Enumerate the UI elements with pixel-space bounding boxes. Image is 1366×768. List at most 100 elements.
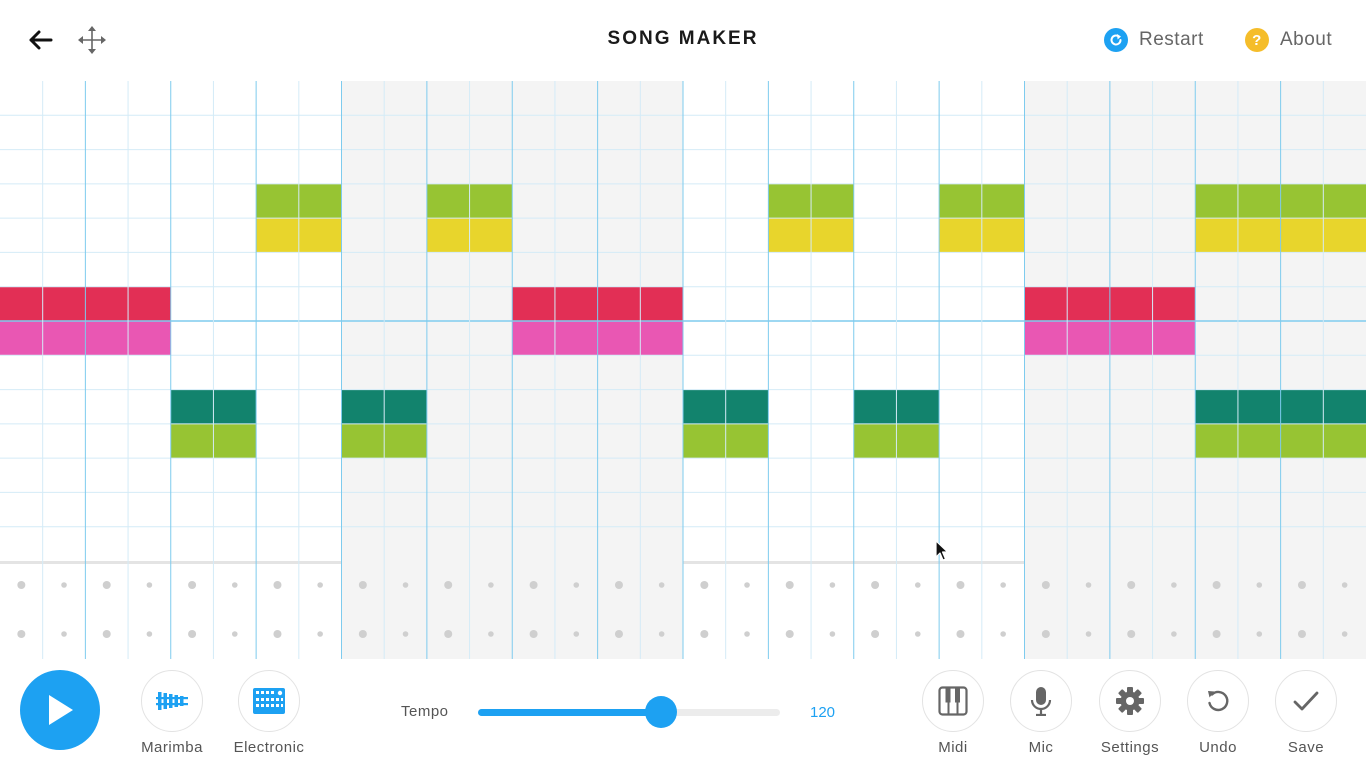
percussion-grid-canvas[interactable] <box>0 561 1366 659</box>
percussion-dot[interactable] <box>488 631 494 637</box>
note-cell[interactable] <box>426 218 470 253</box>
note-cell[interactable] <box>384 423 427 459</box>
percussion-dot[interactable] <box>273 581 282 589</box>
note-cell[interactable] <box>1237 218 1281 253</box>
percussion-dot[interactable] <box>1000 631 1006 637</box>
percussion-dot[interactable] <box>529 581 538 589</box>
note-cell[interactable] <box>213 389 257 424</box>
note-cell[interactable] <box>298 218 342 253</box>
percussion-dot[interactable] <box>871 630 880 638</box>
note-cell[interactable] <box>939 183 982 219</box>
note-cell[interactable] <box>1280 423 1324 459</box>
percussion-dot[interactable] <box>1256 582 1263 588</box>
percussion-dot[interactable] <box>402 582 409 588</box>
melody-grid[interactable] <box>0 81 1366 561</box>
note-cell[interactable] <box>1152 321 1196 356</box>
note-cell[interactable] <box>128 286 171 321</box>
note-cell[interactable] <box>768 218 812 253</box>
note-cell[interactable] <box>1237 389 1281 424</box>
tempo-slider-thumb[interactable] <box>644 696 677 728</box>
note-cell[interactable] <box>469 218 513 253</box>
percussion-instrument-button[interactable]: Electronic <box>224 670 314 756</box>
percussion-dot[interactable] <box>1127 581 1136 589</box>
percussion-dot[interactable] <box>1341 582 1348 588</box>
percussion-dot[interactable] <box>273 630 282 638</box>
percussion-dot[interactable] <box>61 582 67 588</box>
percussion-dot[interactable] <box>614 581 623 589</box>
percussion-dot[interactable] <box>1041 581 1050 589</box>
note-cell[interactable] <box>341 423 385 459</box>
note-cell[interactable] <box>170 389 214 424</box>
percussion-dot[interactable] <box>744 631 750 637</box>
note-cell[interactable] <box>981 183 1025 219</box>
percussion-dot[interactable] <box>1085 631 1092 637</box>
percussion-dot[interactable] <box>658 631 665 637</box>
percussion-dot[interactable] <box>231 631 238 637</box>
note-cell[interactable] <box>896 389 940 424</box>
note-cell[interactable] <box>256 218 299 253</box>
note-cell[interactable] <box>554 321 598 356</box>
percussion-dot[interactable] <box>829 582 836 588</box>
percussion-dot[interactable] <box>1297 581 1306 589</box>
percussion-dot[interactable] <box>1212 581 1221 589</box>
percussion-dot[interactable] <box>402 631 409 637</box>
note-cell[interactable] <box>811 218 854 253</box>
percussion-dot[interactable] <box>1256 631 1263 637</box>
note-cell[interactable] <box>341 389 385 424</box>
note-cell[interactable] <box>1280 183 1324 219</box>
percussion-dot[interactable] <box>444 630 453 638</box>
note-cell[interactable] <box>683 423 726 459</box>
percussion-dot[interactable] <box>529 630 538 638</box>
percussion-dot[interactable] <box>146 631 153 637</box>
percussion-dot[interactable] <box>358 581 367 589</box>
note-cell[interactable] <box>512 286 555 321</box>
note-cell[interactable] <box>1237 183 1281 219</box>
percussion-dot[interactable] <box>785 630 794 638</box>
note-cell[interactable] <box>1195 389 1238 424</box>
note-cell[interactable] <box>768 183 812 219</box>
instrument-button[interactable]: Marimba <box>127 670 217 756</box>
tempo-slider[interactable] <box>478 696 780 728</box>
note-cell[interactable] <box>42 286 86 321</box>
percussion-dot[interactable] <box>614 630 623 638</box>
settings-button[interactable]: Settings <box>1085 670 1175 756</box>
midi-button[interactable]: Midi <box>908 670 998 756</box>
note-cell[interactable] <box>597 321 641 356</box>
note-cell[interactable] <box>1280 389 1324 424</box>
note-cell[interactable] <box>213 423 257 459</box>
note-cell[interactable] <box>1323 218 1366 253</box>
percussion-dot[interactable] <box>700 581 709 589</box>
note-cell[interactable] <box>1109 321 1153 356</box>
save-button[interactable]: Save <box>1261 670 1351 756</box>
percussion-dot[interactable] <box>914 582 921 588</box>
percussion-dot[interactable] <box>17 630 26 638</box>
percussion-dot[interactable] <box>700 630 709 638</box>
percussion-dot[interactable] <box>1297 630 1306 638</box>
percussion-dot[interactable] <box>871 581 880 589</box>
note-cell[interactable] <box>1024 321 1068 356</box>
percussion-dot[interactable] <box>658 582 665 588</box>
note-cell[interactable] <box>725 423 769 459</box>
note-cell[interactable] <box>597 286 641 321</box>
note-cell[interactable] <box>981 218 1025 253</box>
percussion-dot[interactable] <box>1341 631 1348 637</box>
percussion-dot[interactable] <box>1041 630 1050 638</box>
percussion-dot[interactable] <box>573 631 580 637</box>
note-cell[interactable] <box>939 218 982 253</box>
percussion-dot[interactable] <box>231 582 238 588</box>
percussion-dot[interactable] <box>444 581 453 589</box>
note-cell[interactable] <box>683 389 726 424</box>
percussion-dot[interactable] <box>1000 582 1006 588</box>
play-button[interactable] <box>20 670 100 750</box>
restart-button[interactable]: Restart <box>1104 27 1204 53</box>
note-cell[interactable] <box>1280 218 1324 253</box>
note-cell[interactable] <box>1152 286 1196 321</box>
mic-button[interactable]: Mic <box>996 670 1086 756</box>
percussion-dot[interactable] <box>61 631 67 637</box>
percussion-dot[interactable] <box>317 582 323 588</box>
note-cell[interactable] <box>1195 218 1238 253</box>
percussion-dot[interactable] <box>488 582 494 588</box>
percussion-dot[interactable] <box>744 582 750 588</box>
percussion-dot[interactable] <box>102 630 111 638</box>
percussion-dot[interactable] <box>829 631 836 637</box>
